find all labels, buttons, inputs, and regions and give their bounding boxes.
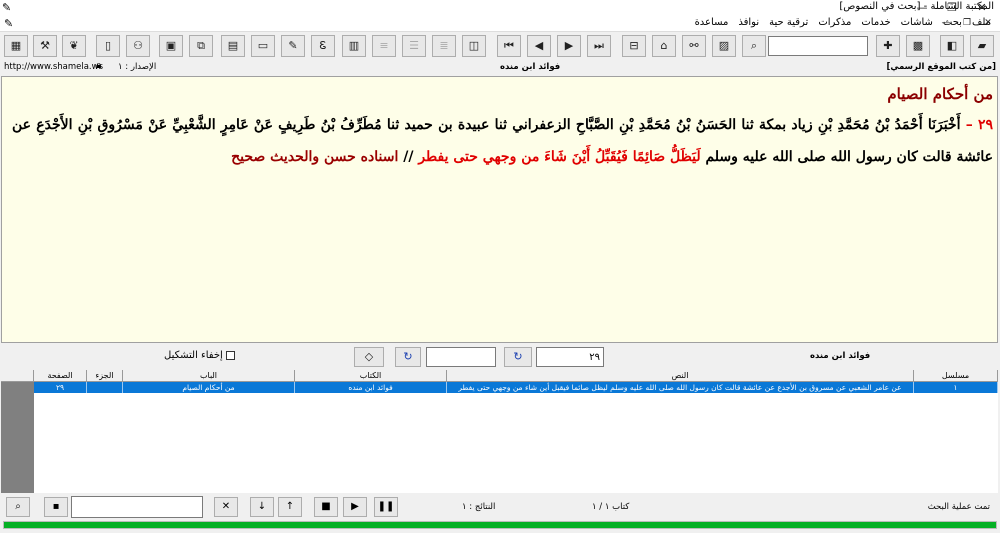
menu-live-update[interactable]: ترقية حية [768, 17, 809, 28]
menu-bar: ✎ ملف بحث شاشات خدمات مذكرات ترقية حية ن… [0, 16, 1000, 32]
screenshot-icon[interactable]: ▦ [4, 35, 28, 57]
hide-diacritics-checkbox[interactable] [225, 351, 235, 360]
hadith-separator: // [403, 149, 414, 165]
refresh-left-icon[interactable]: ↻ [395, 347, 421, 367]
edition-label: الإصدار : ١ [118, 62, 157, 72]
column-header-text[interactable]: النص [447, 370, 914, 382]
page-number-input[interactable] [536, 347, 604, 367]
grid-empty-area [34, 393, 998, 493]
books-icon[interactable]: ▰ [970, 35, 994, 57]
open-folder-icon[interactable]: ⌂ [652, 35, 676, 57]
row-header-corner [1, 370, 34, 382]
book-counter: كتاب ١ / ١ [592, 502, 630, 512]
copy-icon[interactable]: ⧉ [189, 35, 213, 57]
leaf-icon[interactable]: ❦ [62, 35, 86, 57]
title-bar: ✎ المكتبة الشاملة - [بحث في النصوص] [0, 0, 1000, 16]
mdi-app-icon[interactable]: ✎ [4, 17, 13, 30]
clipboard-icon[interactable]: ▨ [712, 35, 736, 57]
list-icon[interactable]: ☰ [402, 35, 426, 57]
menu-windows[interactable]: نوافذ [737, 17, 760, 28]
mdi-close-icon[interactable]: ✕ [976, 16, 1000, 32]
hide-diacritics-label: إخفاء التشكيل [164, 350, 223, 361]
search-binoculars-icon[interactable]: ⚯ [682, 35, 706, 57]
menu-help[interactable]: مساعدة [694, 17, 730, 28]
hide-diacritics-option[interactable]: إخفاء التشكيل [164, 350, 235, 361]
site-books-label: [من كتب الموقع الرسمي] [886, 62, 996, 72]
menu-screens[interactable]: شاشات [900, 17, 934, 28]
next-page-icon[interactable]: ▶ [557, 35, 581, 57]
play-icon[interactable]: ▶ [343, 497, 367, 517]
info-bar: http://www.shamela.ws 🔒︎ الإصدار : ١ فوا… [0, 60, 1000, 75]
align-icon[interactable]: ≡ [372, 35, 396, 57]
mid-book-name: فوائد ابن منده [810, 351, 871, 361]
column-header-chapter[interactable]: الباب [123, 370, 295, 382]
hadith-grading: اسناده حسن والحديث صحيح [231, 149, 399, 165]
hadith-text: ٢٩ – أَخْبَرَنَا أَحْمَدُ بْنُ مُحَمَّدِ… [12, 109, 993, 173]
menu-services[interactable]: خدمات [860, 17, 891, 28]
layout-icon[interactable]: ⊟ [622, 35, 646, 57]
cell-serial[interactable]: ١ [914, 382, 998, 393]
menu-notes[interactable]: مذكرات [817, 17, 852, 28]
secondary-number-input[interactable] [426, 347, 496, 367]
refresh-right-icon[interactable]: ↻ [504, 347, 532, 367]
format-icon[interactable]: Ꮛ [311, 35, 335, 57]
search-controls-bar: إخفاء التشكيل ◇ ↻ ↻ فوائد ابن منده [0, 344, 1000, 370]
lines-icon[interactable]: ≣ [432, 35, 456, 57]
search-results-icon[interactable]: ⌕ [6, 497, 30, 517]
status-bar: ⌕ ▪ ✕ ↓ ↑ ■ ▶ ❚❚ النتائج : ١ كتاب ١ / ١ … [0, 494, 1000, 520]
website-link[interactable]: http://www.shamela.ws [4, 62, 103, 72]
text-viewer[interactable]: من أحكام الصيام ٢٩ – أَخْبَرَنَا أَحْمَد… [1, 76, 998, 343]
last-page-icon[interactable]: ⏭ [587, 35, 611, 57]
restore-icon[interactable]: ❐ [940, 0, 964, 16]
stop-icon[interactable]: ■ [314, 497, 338, 517]
hadith-matn: لَيَظَلُّ صَائِمًا فَيُقَبِّلُ أَيْنَ شَ… [418, 149, 701, 165]
new-page-icon[interactable]: ▯ [96, 35, 120, 57]
cards-icon[interactable]: ▥ [342, 35, 366, 57]
hadith-number: ٢٩ – [965, 117, 993, 133]
tools-icon[interactable]: ⚒ [33, 35, 57, 57]
cell-book[interactable]: فوائد ابن منده [295, 382, 447, 393]
new-folder-icon[interactable]: ✚ [876, 35, 900, 57]
book-open-icon[interactable]: ◫ [462, 35, 486, 57]
column-header-part[interactable]: الجزء [87, 370, 123, 382]
chapter-heading: من أحكام الصيام [887, 85, 993, 103]
book-icon[interactable]: ◧ [940, 35, 964, 57]
lock-icon: 🔒︎ [96, 60, 102, 71]
results-grid[interactable]: الصفحة الجزء الباب الكتاب النص مسلسل ٢٩ … [1, 370, 998, 493]
column-header-serial[interactable]: مسلسل [914, 370, 998, 382]
first-page-icon[interactable]: ⏮ [497, 35, 521, 57]
clear-icon[interactable]: ✕ [214, 497, 238, 517]
progress-bar [3, 521, 997, 529]
book-toggle-icon[interactable]: ◇ [354, 347, 384, 367]
prev-page-icon[interactable]: ◀ [527, 35, 551, 57]
cell-part[interactable] [87, 382, 123, 393]
binoculars-icon[interactable]: ⚇ [126, 35, 150, 57]
results-count: النتائج : ١ [462, 502, 496, 512]
app-icon[interactable]: ✎ [2, 1, 16, 14]
edit-record-icon[interactable]: ▣ [159, 35, 183, 57]
close-icon[interactable]: ✕ [970, 0, 994, 16]
move-down-icon[interactable]: ↓ [250, 497, 274, 517]
pencil-icon[interactable]: ✎ [281, 35, 305, 57]
save-tree-icon[interactable]: ▩ [906, 35, 930, 57]
column-header-book[interactable]: الكتاب [295, 370, 447, 382]
save-icon[interactable]: ▪ [44, 497, 68, 517]
filter-input[interactable] [71, 496, 203, 518]
document-icon[interactable]: ▤ [221, 35, 245, 57]
info-book-name: فوائد ابن منده [500, 62, 561, 72]
window-controls: — ❐ ✕ [910, 0, 1000, 16]
certificate-icon[interactable]: ▭ [251, 35, 275, 57]
cell-text[interactable]: عن عامر الشعبي عن مسروق بن الأجدع عن عائ… [447, 382, 914, 393]
toolbar-search-input[interactable] [768, 36, 868, 56]
cell-chapter[interactable]: من أحكام الصيام [123, 382, 295, 393]
minimize-icon[interactable]: — [910, 0, 934, 16]
toolbar: ▦ ⚒ ❦ ▯ ⚇ ▣ ⧉ ▤ ▭ ✎ Ꮛ ▥ ≡ ☰ ≣ ◫ ⏮ ◀ ▶ ⏭ … [0, 33, 1000, 60]
column-header-page[interactable]: الصفحة [34, 370, 87, 382]
move-up-icon[interactable]: ↑ [278, 497, 302, 517]
cell-page[interactable]: ٢٩ [34, 382, 87, 393]
pause-icon[interactable]: ❚❚ [374, 497, 398, 517]
search-status: تمت عملية البحث [927, 502, 990, 512]
mdi-controls: — ❐ ✕ [934, 16, 1000, 32]
search-page-icon[interactable]: ⌕ [742, 35, 766, 57]
